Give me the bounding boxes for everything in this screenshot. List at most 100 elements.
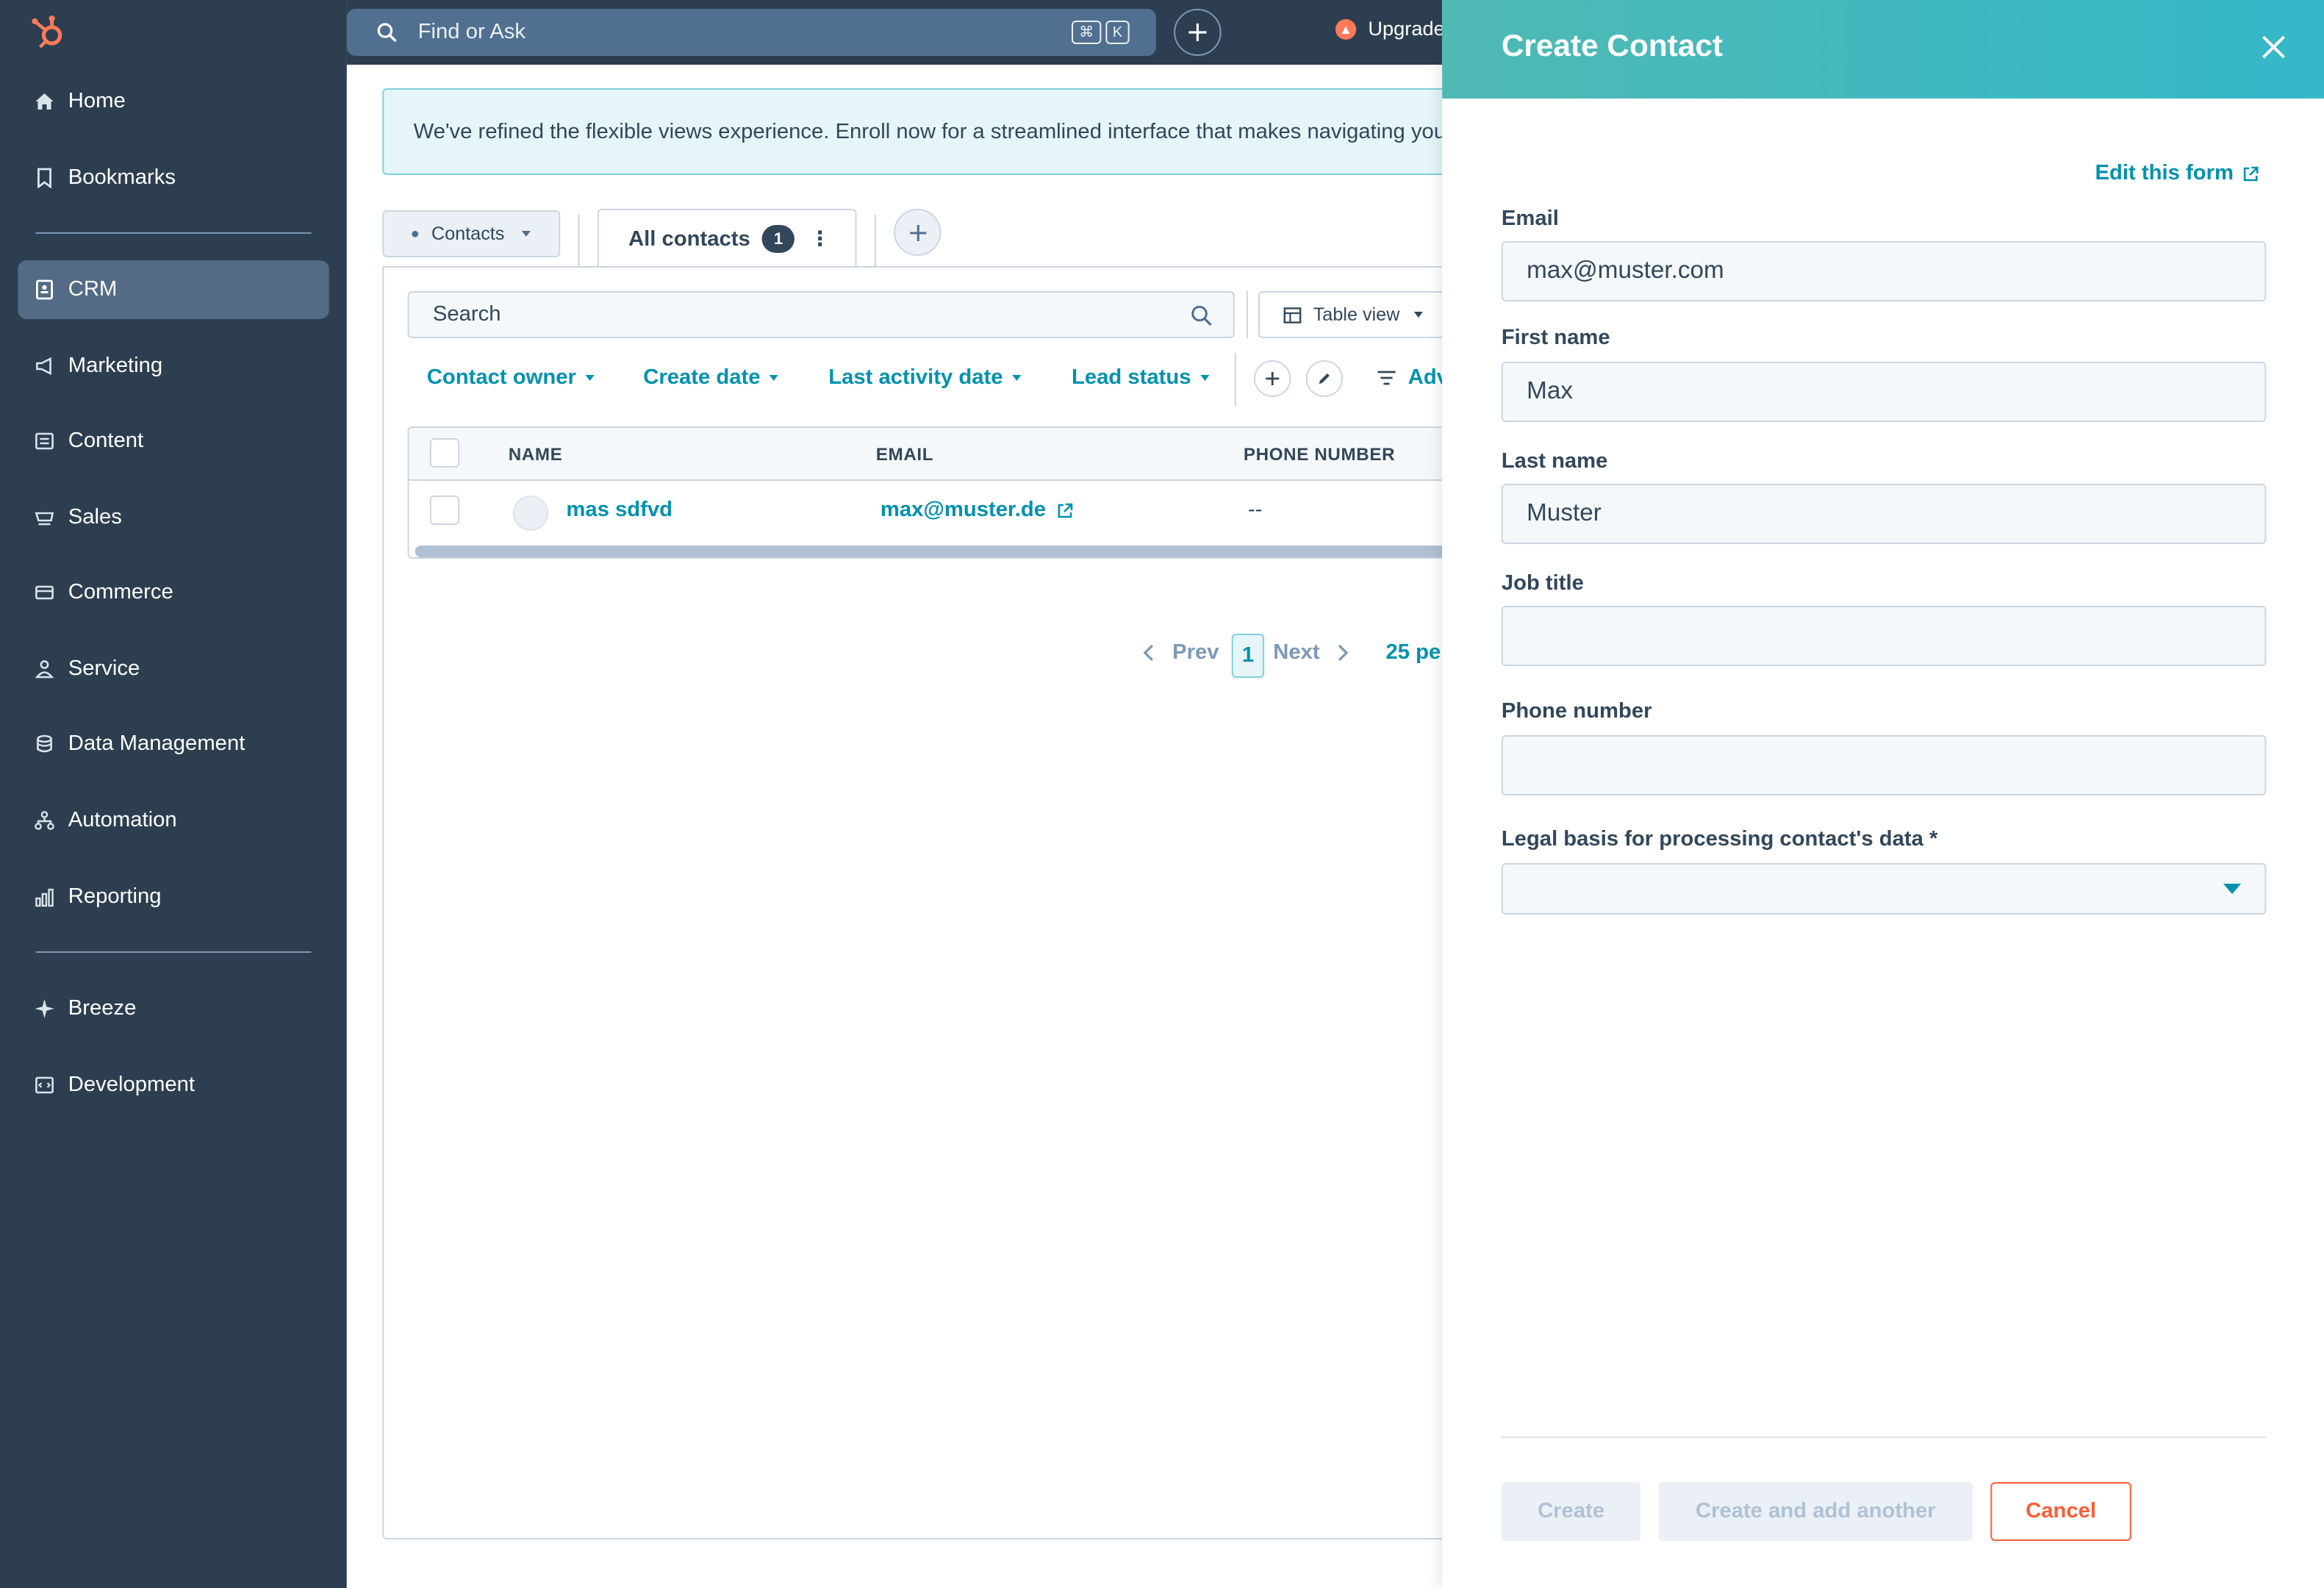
- content-icon: [32, 429, 56, 453]
- k-key-hint: K: [1105, 21, 1130, 44]
- sidebar-item-label: Reporting: [68, 885, 162, 909]
- chevron-down-icon: [584, 375, 595, 381]
- chevron-right-icon: [1338, 644, 1349, 662]
- toolbar-divider: [1246, 291, 1248, 338]
- chevron-down-icon: [769, 375, 778, 381]
- automation-icon: [32, 809, 56, 832]
- prev-label: Prev: [1172, 641, 1219, 665]
- pagination-page-1[interactable]: 1: [1231, 634, 1265, 678]
- column-header-email[interactable]: EMAIL: [876, 444, 933, 465]
- object-type-selector[interactable]: ● Contacts: [382, 210, 561, 257]
- legal-basis-select[interactable]: [1501, 863, 2267, 915]
- pagination-prev-button[interactable]: Prev: [1143, 641, 1219, 665]
- contact-email-link[interactable]: max@muster.de: [881, 498, 1072, 522]
- create-contact-panel: Create Contact Edit this form Email max@…: [1442, 0, 2324, 1588]
- search-icon: [1191, 305, 1212, 326]
- object-type-label: Contacts: [431, 223, 505, 244]
- phone-number-field[interactable]: [1501, 735, 2267, 795]
- email-label: Email: [1501, 207, 1559, 231]
- add-view-button[interactable]: [894, 209, 942, 256]
- select-all-checkbox[interactable]: [429, 438, 460, 468]
- bookmark-icon: [32, 166, 56, 190]
- table-view-selector[interactable]: Table view: [1258, 291, 1446, 338]
- contact-name-link[interactable]: mas sdfvd: [566, 498, 673, 522]
- sidebar-item-label: Service: [68, 657, 140, 681]
- close-icon[interactable]: [2259, 32, 2288, 62]
- hubspot-logo-icon[interactable]: [29, 13, 68, 51]
- create-and-add-another-button[interactable]: Create and add another: [1658, 1482, 1973, 1541]
- sidebar-divider: [35, 232, 312, 234]
- contact-phone: --: [1247, 498, 1263, 522]
- sidebar-item-label: Automation: [68, 809, 177, 832]
- reporting-icon: [32, 885, 56, 909]
- create-new-button[interactable]: [1174, 9, 1222, 56]
- external-link-icon: [1057, 502, 1072, 518]
- edit-filters-button[interactable]: [1305, 360, 1344, 397]
- sidebar-item-marketing[interactable]: Marketing: [18, 337, 329, 396]
- sidebar-divider: [35, 951, 312, 953]
- sidebar-item-development[interactable]: Development: [18, 1056, 329, 1115]
- advanced-filters-button[interactable]: Adv: [1377, 366, 1449, 390]
- more-options-icon[interactable]: ⋮: [809, 226, 830, 251]
- job-title-field[interactable]: [1501, 606, 2267, 666]
- search-icon: [377, 23, 397, 43]
- filter-create-date[interactable]: Create date: [643, 366, 778, 390]
- sidebar-item-label: Home: [68, 90, 126, 113]
- contacts-table-panel: Search Table view Contact owner Create d…: [382, 266, 1535, 1539]
- upgrade-button[interactable]: ▲ Upgrade: [1335, 18, 1445, 40]
- sidebar-item-data-management[interactable]: Data Management: [18, 715, 329, 773]
- edit-form-label: Edit this form: [2095, 162, 2234, 185]
- tab-divider: [874, 215, 876, 268]
- next-label: Next: [1273, 641, 1320, 665]
- sidebar: Home Bookmarks CRM Marketing Content Sal…: [0, 0, 347, 1588]
- sidebar-item-bookmarks[interactable]: Bookmarks: [18, 149, 329, 207]
- avatar: [512, 496, 549, 531]
- sales-icon: [32, 506, 56, 529]
- legal-basis-label: Legal basis for processing contact's dat…: [1501, 828, 1938, 851]
- table-search-input[interactable]: Search: [407, 291, 1235, 338]
- sidebar-item-label: Sales: [68, 506, 122, 529]
- add-filter-button[interactable]: [1254, 360, 1291, 397]
- sidebar-item-sales[interactable]: Sales: [18, 488, 329, 547]
- sidebar-item-label: CRM: [68, 278, 118, 301]
- create-button[interactable]: Create: [1501, 1482, 1641, 1541]
- email-field[interactable]: max@muster.com: [1501, 241, 2267, 301]
- sidebar-item-breeze[interactable]: Breeze: [18, 979, 329, 1038]
- contact-email-text: max@muster.de: [880, 498, 1047, 522]
- global-search-placeholder: Find or Ask: [417, 21, 526, 44]
- phone-number-label: Phone number: [1501, 700, 1652, 723]
- sidebar-item-crm[interactable]: CRM: [18, 260, 329, 319]
- sidebar-item-service[interactable]: Service: [18, 640, 329, 698]
- edit-form-link[interactable]: Edit this form: [2095, 162, 2259, 185]
- filter-last-activity-date[interactable]: Last activity date: [828, 366, 1021, 390]
- per-page-selector[interactable]: 25 pe: [1386, 641, 1441, 665]
- chevron-left-icon: [1143, 644, 1154, 662]
- row-checkbox[interactable]: [429, 496, 460, 525]
- filter-label: Lead status: [1072, 366, 1191, 390]
- tab-label: All contacts: [628, 227, 750, 251]
- cancel-button[interactable]: Cancel: [1990, 1482, 2131, 1541]
- contacts-table: NAME EMAIL PHONE NUMBER mas sdfvd max@mu…: [407, 426, 1535, 559]
- filter-label: Contact owner: [426, 366, 576, 390]
- pagination-next-button[interactable]: Next: [1273, 641, 1349, 665]
- sidebar-item-automation[interactable]: Automation: [18, 791, 329, 850]
- global-search-input[interactable]: Find or Ask ⌘ K: [346, 9, 1156, 56]
- column-header-phone[interactable]: PHONE NUMBER: [1244, 444, 1395, 465]
- horizontal-scrollbar[interactable]: [415, 546, 1527, 557]
- flexible-views-banner: We've refined the flexible views experie…: [382, 88, 1509, 175]
- last-name-field[interactable]: Muster: [1501, 484, 2267, 544]
- sidebar-item-commerce[interactable]: Commerce: [18, 563, 329, 622]
- table-icon: [1283, 307, 1302, 323]
- sidebar-item-reporting[interactable]: Reporting: [18, 868, 329, 926]
- filter-contact-owner[interactable]: Contact owner: [426, 366, 595, 390]
- first-name-field[interactable]: Max: [1501, 362, 2267, 422]
- sidebar-item-label: Content: [68, 429, 144, 453]
- column-header-name[interactable]: NAME: [509, 444, 563, 465]
- filter-lead-status[interactable]: Lead status: [1072, 366, 1209, 390]
- sidebar-item-content[interactable]: Content: [18, 412, 329, 471]
- tab-all-contacts[interactable]: All contacts 1 ⋮: [597, 209, 857, 268]
- upgrade-label: Upgrade: [1368, 18, 1445, 40]
- external-link-icon: [2243, 165, 2259, 181]
- commerce-icon: [32, 581, 56, 604]
- sidebar-item-home[interactable]: Home: [18, 72, 329, 131]
